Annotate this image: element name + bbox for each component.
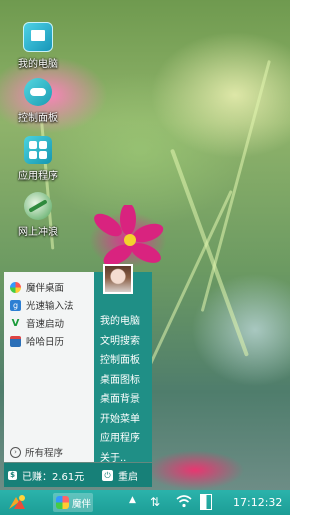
- computer-icon: [23, 22, 53, 52]
- menu-item-moban-desktop[interactable]: 魔伴桌面: [4, 278, 94, 296]
- avatar[interactable]: [103, 264, 133, 294]
- arrow-right-icon: ›: [10, 446, 21, 458]
- menu-link-control-panel[interactable]: 控制面板: [100, 351, 140, 371]
- all-programs-button[interactable]: › 所有程序: [4, 444, 63, 460]
- earnings-display: $ 已赚：2.61元: [4, 468, 102, 483]
- calendar-icon: [10, 335, 21, 347]
- start-button[interactable]: [6, 493, 28, 512]
- menu-link-my-computer[interactable]: 我的电脑: [100, 312, 140, 332]
- money-icon: $: [8, 470, 17, 480]
- pinwheel-icon: [56, 496, 69, 509]
- start-menu-right-panel: 我的电脑 文明搜索 控制面板 桌面图标 桌面背景 开始菜单 应用程序 关于..: [94, 264, 152, 464]
- v-launcher-icon: V: [11, 317, 20, 329]
- desktop-icon-my-computer[interactable]: 我的电脑: [4, 22, 72, 70]
- pinwheel-icon: [10, 281, 21, 293]
- taskbar: 魔伴 ▲ ⇅ 17:12:32: [0, 490, 290, 515]
- tray-expand-icon[interactable]: ▲: [129, 495, 136, 505]
- menu-item-calendar[interactable]: 哈哈日历: [4, 332, 94, 350]
- wifi-icon[interactable]: [176, 494, 192, 508]
- menu-item-v-launcher[interactable]: V 音速启动: [4, 314, 94, 332]
- menu-link-applications[interactable]: 应用程序: [100, 429, 140, 449]
- desktop-icon-applications[interactable]: 应用程序: [4, 136, 72, 182]
- desktop-icon-control-panel[interactable]: 控制面板: [4, 78, 72, 124]
- menu-link-desktop-icons[interactable]: 桌面图标: [100, 371, 140, 391]
- control-panel-icon: [24, 78, 52, 106]
- restart-button[interactable]: ⏻ 重启: [102, 468, 138, 483]
- power-icon: ⏻: [102, 469, 113, 481]
- menu-item-input-method[interactable]: g 光速输入法: [4, 296, 94, 314]
- start-menu-left-panel: 魔伴桌面 g 光速输入法 V 音速启动 哈哈日历 › 所有程序: [4, 272, 94, 462]
- start-menu-bottom-bar: $ 已赚：2.61元 ⏻ 重启: [4, 463, 152, 487]
- taskbar-clock[interactable]: 17:12:32: [233, 496, 282, 509]
- battery-icon[interactable]: [200, 494, 212, 510]
- menu-link-desktop-background[interactable]: 桌面背景: [100, 390, 140, 410]
- taskbar-app-moban[interactable]: 魔伴: [53, 493, 93, 512]
- desktop-icon-browser[interactable]: 网上冲浪: [4, 192, 72, 238]
- browser-icon: [24, 192, 52, 220]
- input-method-icon: g: [10, 299, 21, 311]
- applications-icon: [24, 136, 52, 164]
- network-transfer-icon[interactable]: ⇅: [150, 495, 160, 509]
- menu-link-start-menu[interactable]: 开始菜单: [100, 410, 140, 430]
- menu-link-search[interactable]: 文明搜索: [100, 332, 140, 352]
